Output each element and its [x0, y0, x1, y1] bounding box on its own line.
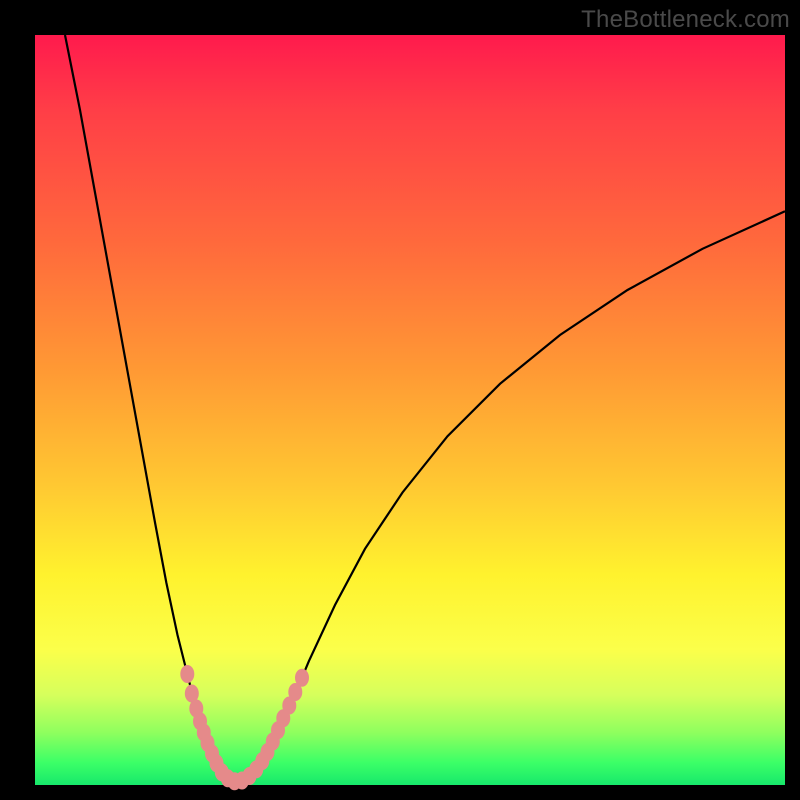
highlight-dot	[180, 665, 194, 683]
chart-frame: TheBottleneck.com	[0, 0, 800, 800]
bottleneck-curve	[65, 35, 785, 781]
marker-group	[180, 665, 309, 790]
highlight-dot	[295, 669, 309, 687]
chart-overlay	[0, 0, 800, 800]
curve-group	[65, 35, 785, 781]
